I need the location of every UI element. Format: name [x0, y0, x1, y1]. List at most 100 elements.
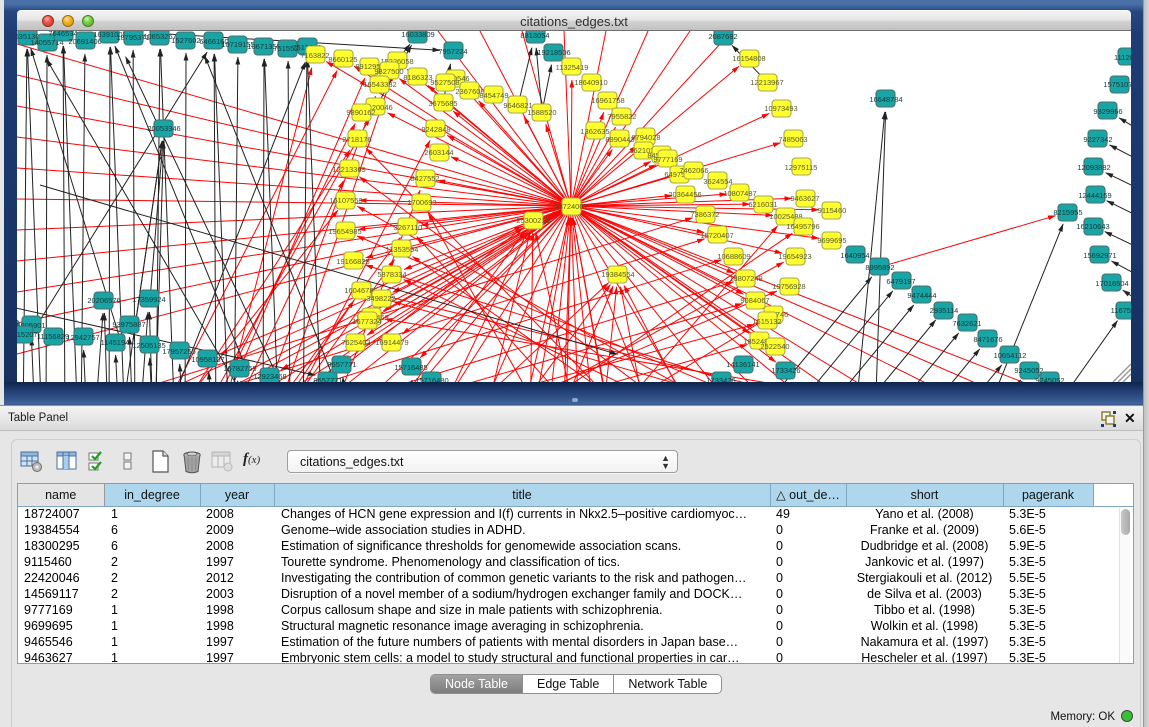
svg-text:25300215: 25300215 [516, 216, 549, 225]
svg-text:19166825: 19166825 [336, 257, 369, 266]
svg-text:8471676: 8471676 [973, 335, 1002, 344]
svg-text:15692971: 15692971 [1083, 251, 1116, 260]
svg-text:2935114: 2935114 [930, 306, 959, 315]
svg-text:7386372: 7386372 [690, 210, 719, 219]
svg-text:9463627: 9463627 [790, 194, 819, 203]
svg-text:10688609: 10688609 [717, 252, 750, 261]
svg-text:10807487: 10807487 [723, 189, 756, 198]
svg-text:12213967: 12213967 [750, 78, 783, 87]
svg-text:18640910: 18640910 [574, 78, 607, 87]
svg-text:20206576: 20206576 [87, 296, 120, 305]
svg-text:1527602: 1527602 [171, 36, 200, 45]
svg-text:20364456: 20364456 [668, 190, 701, 199]
svg-text:6216031: 6216031 [748, 200, 777, 209]
svg-text:18724007: 18724007 [554, 202, 587, 211]
svg-text:1700693: 1700693 [407, 198, 436, 207]
svg-text:9890162: 9890162 [346, 108, 375, 117]
svg-text:9827500: 9827500 [374, 67, 403, 76]
svg-text:1615132: 1615132 [752, 317, 781, 326]
svg-text:2603144: 2603144 [424, 148, 453, 157]
svg-text:16961758: 16961758 [591, 96, 624, 105]
svg-text:15716485: 15716485 [394, 363, 427, 372]
svg-text:19654923: 19654923 [778, 252, 811, 261]
svg-text:1167533: 1167533 [1111, 306, 1131, 315]
svg-text:16648784: 16648784 [869, 95, 902, 104]
svg-text:11325419: 11325419 [556, 63, 589, 72]
svg-text:18807249: 18807249 [729, 274, 762, 283]
svg-text:7485063: 7485063 [778, 135, 807, 144]
svg-text:3267110: 3267110 [394, 223, 423, 232]
svg-text:1640954: 1640954 [840, 251, 869, 260]
svg-text:8813054: 8813054 [520, 31, 549, 40]
svg-text:1112044: 1112044 [1114, 53, 1131, 62]
svg-text:16107553: 16107553 [329, 196, 362, 205]
svg-text:9245052: 9245052 [1014, 366, 1043, 375]
svg-text:12093882: 12093882 [1077, 163, 1110, 172]
svg-text:12942757: 12942757 [66, 333, 99, 342]
svg-text:1145194: 1145194 [101, 338, 130, 347]
svg-text:17016504: 17016504 [1095, 279, 1128, 288]
svg-text:9527508: 9527508 [430, 78, 459, 87]
svg-text:7955822: 7955822 [607, 112, 636, 121]
svg-text:15716480: 15716480 [415, 376, 448, 382]
svg-text:3498222: 3498222 [366, 294, 395, 303]
svg-text:8660125: 8660125 [328, 55, 357, 64]
svg-text:16210643: 16210643 [1076, 222, 1109, 231]
svg-text:8990443: 8990443 [605, 135, 634, 144]
svg-text:10958107: 10958107 [191, 355, 224, 364]
svg-text:12923468: 12923468 [253, 372, 286, 381]
svg-text:14136141: 14136141 [726, 360, 759, 369]
svg-text:8454749: 8454749 [479, 91, 508, 100]
svg-text:12975115: 12975115 [785, 163, 818, 172]
svg-text:7625402: 7625402 [341, 338, 370, 347]
svg-text:6794028: 6794028 [631, 133, 660, 142]
svg-text:11156829: 11156829 [37, 332, 69, 341]
svg-text:17359924: 17359924 [132, 295, 165, 304]
svg-text:8215955: 8215955 [1053, 208, 1082, 217]
svg-text:2718176: 2718176 [342, 135, 371, 144]
svg-text:3624554: 3624554 [703, 177, 732, 186]
svg-text:8995892: 8995892 [865, 263, 894, 272]
svg-text:5878334: 5878334 [377, 270, 406, 279]
svg-text:2522540: 2522540 [760, 342, 789, 351]
svg-text:9474444: 9474444 [907, 291, 936, 300]
svg-text:11353594: 11353594 [386, 245, 419, 254]
svg-text:15751074: 15751074 [1103, 80, 1131, 89]
svg-text:1588520: 1588520 [527, 108, 556, 117]
svg-text:9777169: 9777169 [653, 155, 682, 164]
svg-text:3915207: 3915207 [17, 330, 38, 339]
svg-text:19654985: 19654985 [328, 227, 361, 236]
svg-text:9329966: 9329966 [1093, 107, 1122, 116]
svg-text:16782759: 16782759 [223, 364, 256, 373]
svg-text:7462066: 7462066 [679, 166, 708, 175]
svg-text:1577324: 1577324 [352, 317, 381, 326]
svg-text:9084067: 9084067 [740, 296, 769, 305]
svg-text:12444159: 12444159 [1078, 191, 1111, 200]
svg-text:9699695: 9699695 [817, 236, 846, 245]
svg-text:7957224: 7957224 [438, 47, 467, 56]
svg-text:3675685: 3675685 [428, 99, 457, 108]
svg-text:9657771: 9657771 [327, 360, 356, 369]
svg-text:15720407: 15720407 [700, 231, 733, 240]
svg-text:16914479: 16914479 [375, 338, 408, 347]
svg-text:7163822: 7163822 [300, 51, 329, 60]
svg-text:2087682: 2087682 [708, 32, 737, 41]
svg-text:10654112: 10654112 [994, 351, 1027, 360]
svg-text:8427552: 8427552 [410, 174, 439, 183]
svg-text:1733426: 1733426 [706, 376, 735, 382]
svg-text:7632621: 7632621 [952, 319, 981, 328]
svg-text:12213369: 12213369 [332, 165, 365, 174]
svg-text:8186323: 8186323 [403, 73, 432, 82]
svg-text:16495796: 16495796 [786, 222, 819, 231]
svg-text:9115460: 9115460 [818, 206, 847, 215]
svg-text:16154808: 16154808 [732, 54, 765, 63]
svg-text:93975887: 93975887 [112, 320, 145, 329]
svg-text:9242848: 9242848 [421, 125, 450, 134]
svg-text:16033809: 16033809 [401, 31, 434, 39]
svg-text:9245052: 9245052 [1035, 376, 1064, 382]
svg-text:19384554: 19384554 [601, 270, 634, 279]
svg-text:19218506: 19218506 [537, 48, 570, 57]
svg-text:6479197: 6479197 [886, 277, 915, 286]
svg-text:20053346: 20053346 [147, 124, 180, 133]
svg-text:9657771: 9657771 [313, 376, 342, 382]
